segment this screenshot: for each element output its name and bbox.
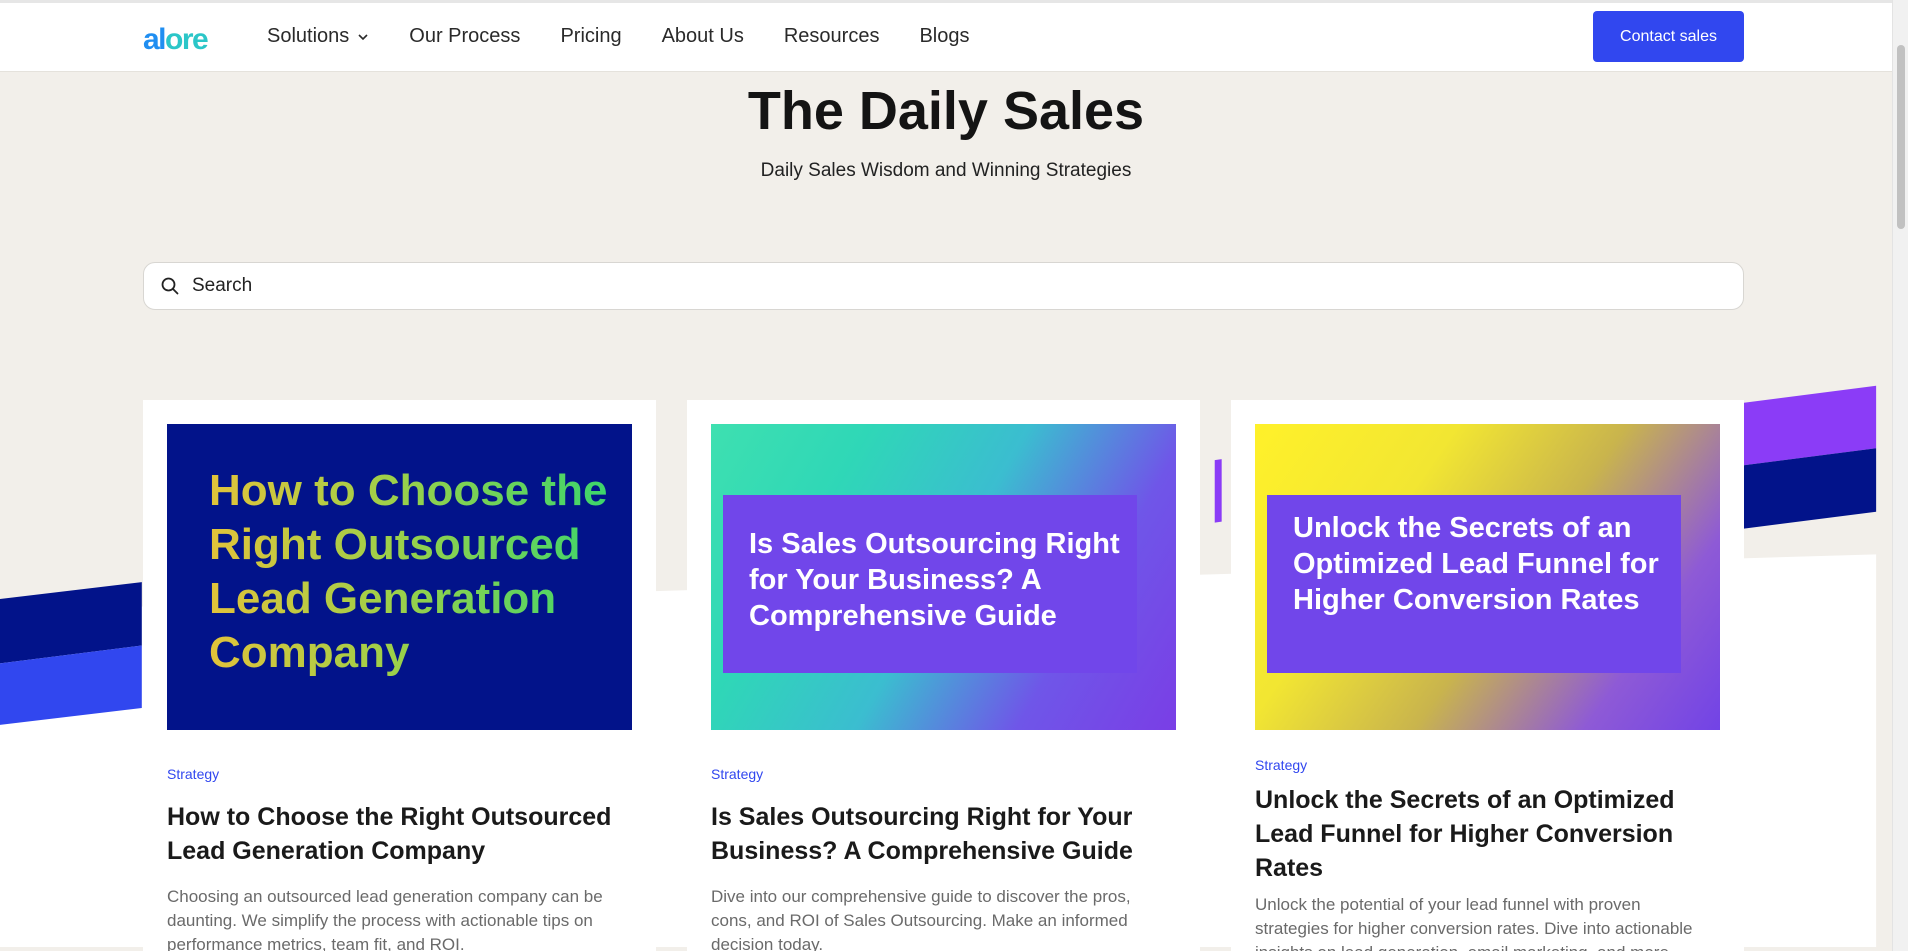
nav-solutions[interactable]: Solutions [267,25,369,48]
blog-card-category[interactable]: Strategy [711,766,763,782]
chevron-down-icon [358,33,368,40]
blog-card[interactable]: Unlock the Secrets of an Optimized Lead … [1231,400,1744,951]
blog-card-title[interactable]: Unlock the Secrets of an Optimized Lead … [1255,783,1725,885]
scrollbar-thumb[interactable] [1897,45,1905,229]
logo-part-b: ore [165,23,209,56]
blog-card-description: Dive into our comprehensive guide to dis… [711,887,1131,951]
nav-blogs[interactable]: Blogs [919,25,969,48]
blog-card-image-title: Unlock the Secrets of an Optimized Lead … [1293,512,1659,616]
blog-card-description: Choosing an outsourced lead generation c… [167,887,603,951]
nav-about-us[interactable]: About Us [662,25,744,48]
blog-card-image-title: How to Choose the Right Outsourced Lead … [209,464,629,680]
nav-our-process-label: Our Process [409,25,521,47]
blog-card[interactable]: How to Choose the Right Outsourced Lead … [143,400,656,951]
blog-card-image[interactable]: Is Sales Outsourcing Right for Your Busi… [711,424,1176,730]
nav-pricing-label: Pricing [560,25,622,47]
blog-card-title[interactable]: Is Sales Outsourcing Right for Your Busi… [711,800,1181,868]
search-icon [161,277,179,295]
blog-card-category[interactable]: Strategy [167,766,219,782]
logo-part-a: al [143,23,167,56]
nav-about-us-label: About Us [661,25,744,47]
nav-our-process[interactable]: Our Process [409,25,520,48]
alore-logo[interactable]: alore [143,23,209,57]
nav-resources-label: Resources [783,25,880,47]
nav-pricing[interactable]: Pricing [560,25,621,48]
blog-card-image[interactable]: Unlock the Secrets of an Optimized Lead … [1255,424,1720,730]
blog-card[interactable]: Is Sales Outsourcing Right for Your Busi… [687,400,1200,951]
nav-blogs-label: Blogs [919,25,970,47]
top-navbar: alore Solutions Our Process Pricing Abou… [0,0,1892,72]
page-title: The Daily Sales [747,81,1145,141]
blog-card-image-title: Is Sales Outsourcing Right for Your Busi… [749,528,1120,632]
nav-resources[interactable]: Resources [784,25,880,48]
page-subtitle: Daily Sales Wisdom and Winning Strategie… [760,160,1132,181]
nav-solutions-label: Solutions [267,25,350,47]
blog-card-description: Unlock the potential of your lead funnel… [1255,895,1693,951]
blog-card-title[interactable]: How to Choose the Right Outsourced Lead … [167,800,637,868]
search-input[interactable] [192,275,1692,297]
main-menu: Solutions Our Process Pricing About Us R… [267,25,969,48]
contact-sales-button[interactable]: Contact sales [1593,11,1744,62]
blog-card-category[interactable]: Strategy [1255,757,1307,773]
page-scrollbar[interactable] [1892,0,1908,951]
search-bar[interactable] [143,262,1744,310]
blog-card-image[interactable]: How to Choose the Right Outsourced Lead … [167,424,632,730]
